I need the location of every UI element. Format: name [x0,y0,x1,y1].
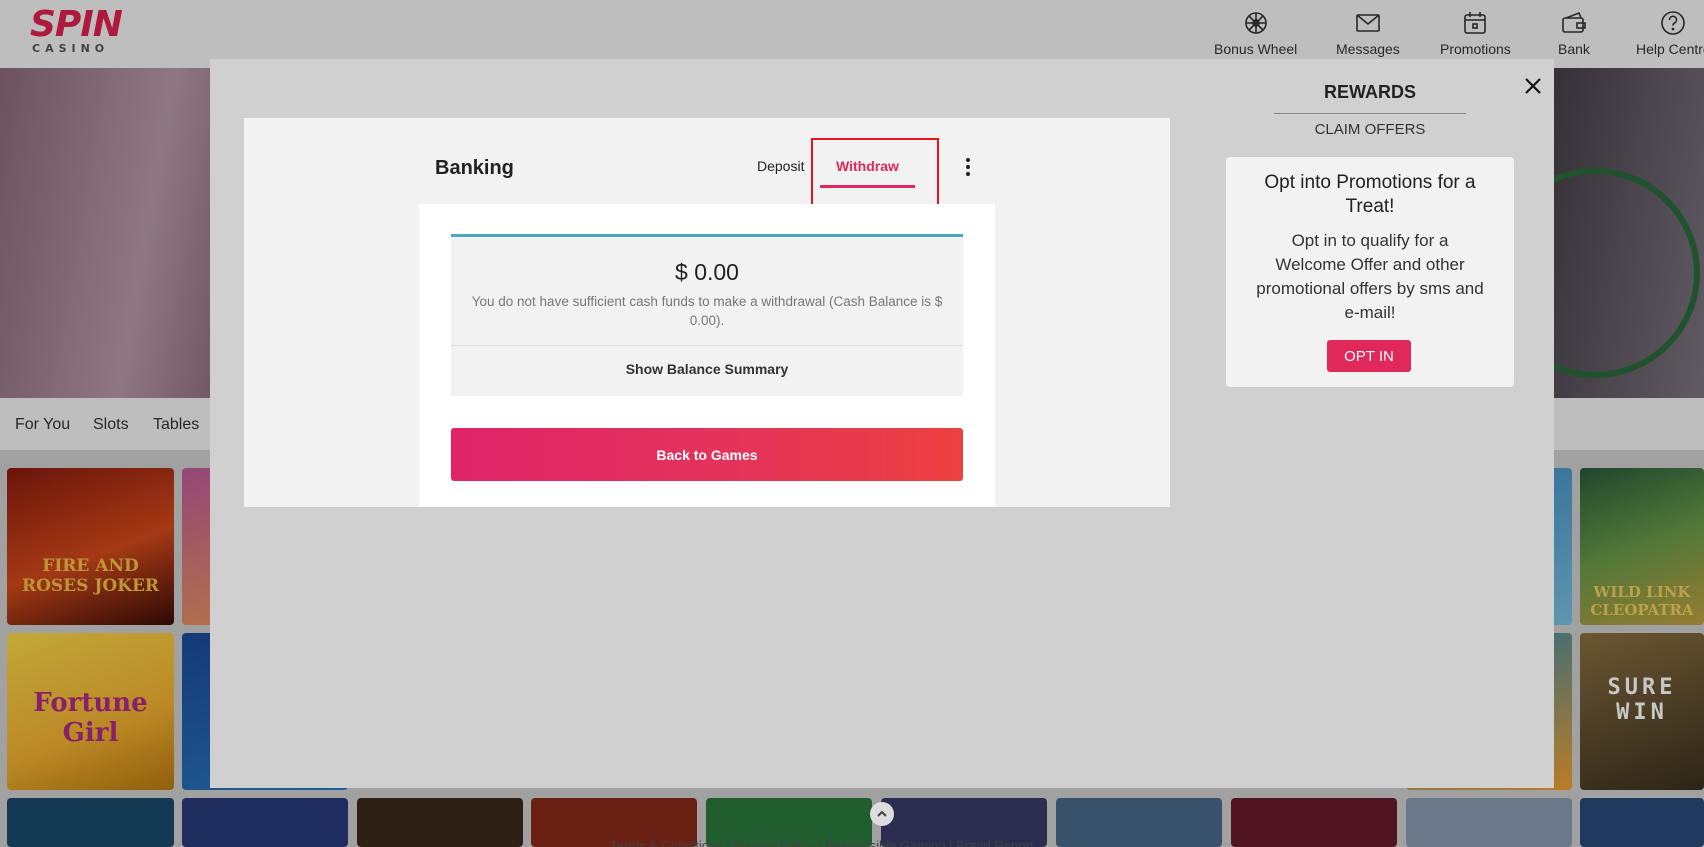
more-dot [966,158,970,162]
tab-deposit[interactable]: Deposit [757,158,804,174]
chevron-up-icon [877,810,887,817]
opt-in-button[interactable]: OPT IN [1327,340,1411,372]
promo-card: Opt into Promotions for a Treat! Opt in … [1226,157,1514,387]
close-icon [1525,78,1541,94]
more-dot [966,172,970,176]
divider [1274,113,1466,114]
balance-box: $ 0.00 You do not have sufficient cash f… [451,234,963,396]
insufficient-funds-message: You do not have sufficient cash funds to… [471,294,943,328]
show-balance-summary-button[interactable]: Show Balance Summary [451,361,963,377]
promo-text: Opt in to qualify for a Welcome Offer an… [1256,231,1484,322]
promo-title: Opt into Promotions for a Treat! [1264,172,1476,217]
divider [451,345,963,346]
close-modal-button[interactable] [1513,66,1553,106]
banking-title: Banking [435,157,514,179]
rewards-title: REWARDS [1323,82,1416,102]
more-options-button[interactable] [958,156,978,178]
tab-claim-offers[interactable]: CLAIM OFFERS [1272,121,1468,138]
more-dot [966,165,970,169]
balance-amount: $ 0.00 [675,259,739,285]
scroll-to-top-button[interactable] [870,802,894,826]
back-to-games-button[interactable]: Back to Games [451,428,963,481]
